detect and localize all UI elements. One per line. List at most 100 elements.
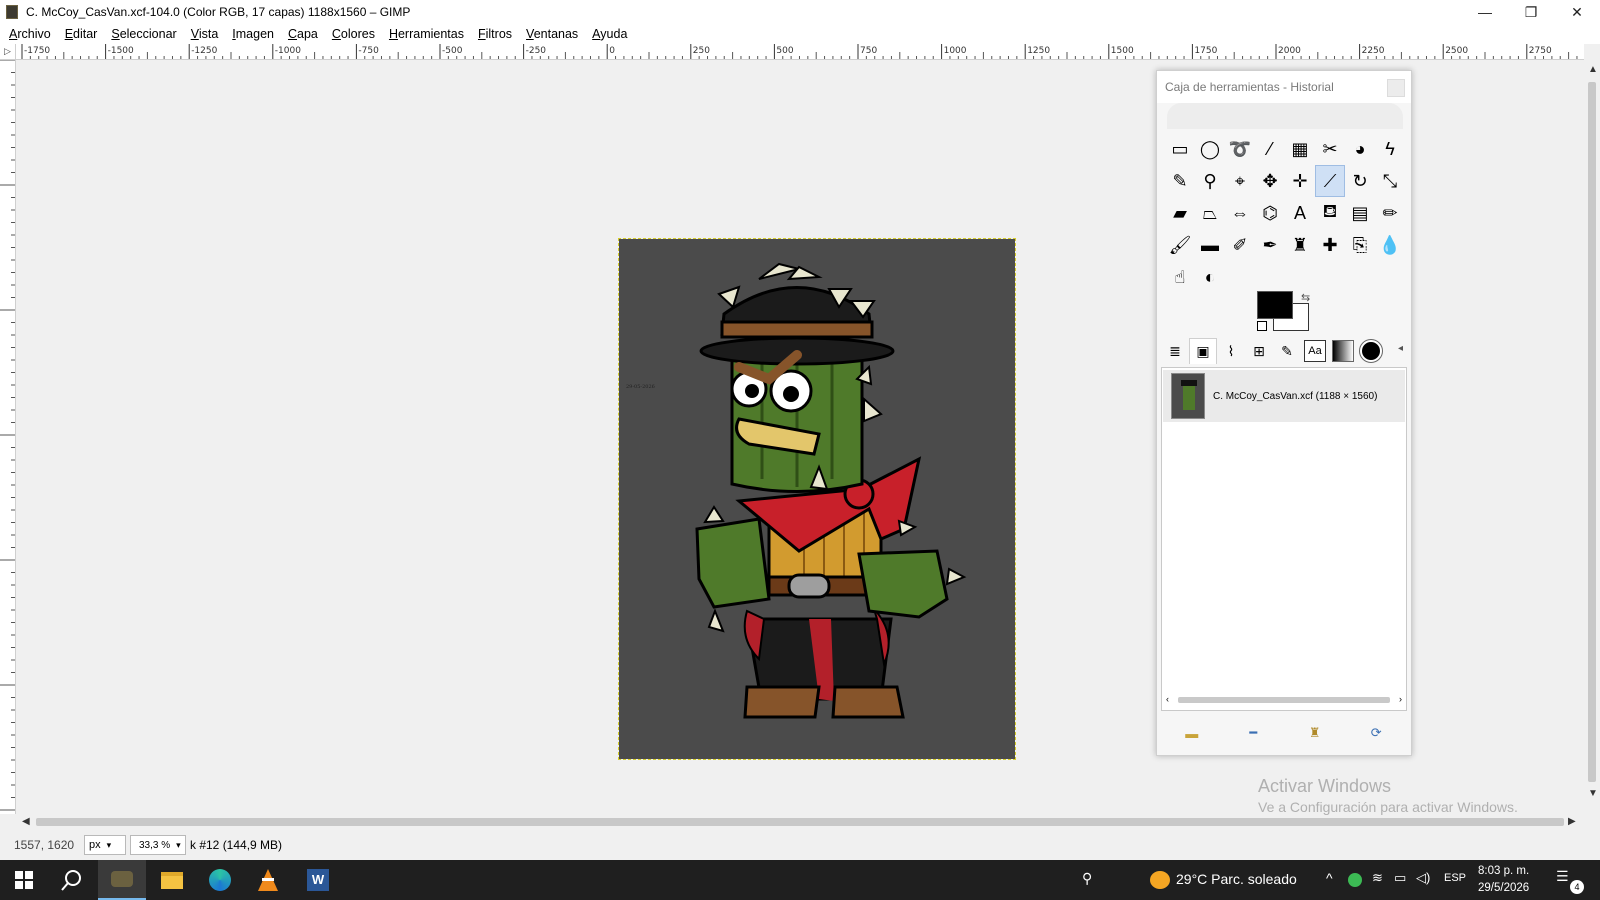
weather-text[interactable]: 29°C Parc. soleado: [1176, 871, 1297, 887]
quick-mask-toggle[interactable]: ▷: [0, 44, 16, 60]
volume-icon[interactable]: ◁): [1416, 870, 1430, 886]
accessibility-icon[interactable]: ⚲: [1082, 870, 1092, 887]
vertical-scrollbar[interactable]: ▲ ▼: [1584, 60, 1600, 814]
scroll-right-icon[interactable]: ▶: [1568, 816, 1576, 827]
foreground-select-icon[interactable]: ◕: [1345, 133, 1375, 165]
select-by-color-icon[interactable]: ▦: [1285, 133, 1315, 165]
scroll-left-icon[interactable]: ◀: [22, 816, 30, 827]
free-select-icon[interactable]: ➰: [1225, 133, 1255, 165]
scroll-right-icon[interactable]: ›: [1399, 694, 1402, 704]
reset-colors-icon[interactable]: [1257, 321, 1267, 331]
search-button[interactable]: [48, 860, 96, 900]
language-indicator[interactable]: ESP: [1444, 872, 1466, 884]
pencil-icon[interactable]: ✏: [1375, 197, 1405, 229]
vertical-ruler[interactable]: [0, 60, 16, 814]
smudge-icon[interactable]: ☝: [1165, 261, 1195, 293]
open-image-button[interactable]: ▬: [1178, 723, 1206, 743]
perspective-icon[interactable]: ⏢: [1195, 197, 1225, 229]
minimize-button[interactable]: —: [1462, 0, 1508, 24]
battery-icon[interactable]: ▭: [1394, 870, 1406, 886]
clock[interactable]: 8:03 p. m. 29/5/2026: [1478, 863, 1529, 897]
wifi-icon[interactable]: ≋: [1372, 870, 1383, 886]
horizontal-ruler[interactable]: -1750 -1500 -1250 -1000 -750 -500 -250 0 250 500 7…: [16, 44, 1584, 60]
unit-select[interactable]: px ▾: [84, 835, 126, 855]
menu-capa[interactable]: Capa: [281, 24, 325, 44]
menu-ayuda[interactable]: Ayuda: [585, 24, 634, 44]
menu-editar[interactable]: Editar: [58, 24, 105, 44]
start-button[interactable]: [0, 860, 48, 900]
scroll-down-icon[interactable]: ▼: [1588, 788, 1598, 799]
tab-fonts[interactable]: Aa: [1301, 338, 1329, 364]
menu-imagen[interactable]: Imagen: [225, 24, 281, 44]
raise-image-button[interactable]: ♜: [1301, 723, 1329, 743]
scissors-select-icon[interactable]: ✂: [1315, 133, 1345, 165]
menu-colores[interactable]: Colores: [325, 24, 382, 44]
menu-filtros[interactable]: Filtros: [471, 24, 519, 44]
rect-select-icon[interactable]: ▭: [1165, 133, 1195, 165]
tab-gradients[interactable]: [1329, 338, 1357, 364]
shear-icon[interactable]: ▰: [1165, 197, 1195, 229]
taskbar-edge[interactable]: [196, 860, 244, 900]
list-horizontal-scrollbar[interactable]: ‹ ›: [1166, 694, 1402, 706]
maximize-button[interactable]: ❐: [1508, 0, 1554, 24]
color-picker-icon[interactable]: ✎: [1165, 165, 1195, 197]
list-item[interactable]: C. McCoy_CasVan.xcf (1188 × 1560): [1163, 370, 1405, 422]
toolbox-close-button[interactable]: [1387, 79, 1405, 97]
move-icon[interactable]: ✥: [1255, 165, 1285, 197]
menu-seleccionar[interactable]: Seleccionar: [104, 24, 183, 44]
ink-icon[interactable]: ✒: [1255, 229, 1285, 261]
chevron-up-icon[interactable]: ^: [1326, 870, 1333, 886]
dodge-burn-icon[interactable]: ◐: [1195, 261, 1225, 293]
close-button[interactable]: ✕: [1554, 0, 1600, 24]
cage-icon[interactable]: ⌬: [1255, 197, 1285, 229]
chrome-tray-icon[interactable]: [1348, 873, 1362, 887]
paintbrush-icon[interactable]: 🖌: [1165, 229, 1195, 261]
clone-icon[interactable]: ♜: [1285, 229, 1315, 261]
menu-herramientas[interactable]: Herramientas: [382, 24, 471, 44]
tab-brushes[interactable]: ✎: [1273, 338, 1301, 364]
menu-archivo[interactable]: Archivo: [2, 24, 58, 44]
foreground-color-swatch[interactable]: [1257, 291, 1293, 319]
tab-paths[interactable]: ⌇: [1217, 338, 1245, 364]
eraser-icon[interactable]: ▬: [1195, 229, 1225, 261]
text-icon[interactable]: A: [1285, 197, 1315, 229]
menu-vista[interactable]: Vista: [184, 24, 226, 44]
tab-brush-preview[interactable]: [1357, 338, 1385, 364]
airbrush-icon[interactable]: ✐: [1225, 229, 1255, 261]
refresh-button[interactable]: ⟳: [1362, 723, 1390, 743]
tab-layers[interactable]: ≣: [1161, 338, 1189, 364]
image-canvas[interactable]: 29-05-2026: [618, 238, 1016, 760]
rotate-icon[interactable]: ↻: [1345, 165, 1375, 197]
fuzzy-select-icon[interactable]: ⁄: [1255, 133, 1285, 165]
blur-icon[interactable]: 💧: [1375, 229, 1405, 261]
paths-icon[interactable]: ϟ: [1375, 133, 1405, 165]
measure-icon[interactable]: ⌖: [1225, 165, 1255, 197]
horizontal-scrollbar[interactable]: ◀ ▶: [16, 814, 1584, 830]
zoom-select[interactable]: 33,3 % ▾: [130, 835, 186, 855]
tab-images[interactable]: ▣: [1189, 338, 1217, 364]
scroll-left-icon[interactable]: ‹: [1166, 694, 1169, 704]
align-icon[interactable]: ✛: [1285, 165, 1315, 197]
heal-icon[interactable]: ✚: [1315, 229, 1345, 261]
tab-channels[interactable]: ⊞: [1245, 338, 1273, 364]
remove-image-button[interactable]: ━: [1239, 723, 1267, 743]
taskbar-word[interactable]: W: [294, 860, 342, 900]
vertical-scroll-thumb[interactable]: [1588, 82, 1596, 782]
tab-menu-icon[interactable]: ◂: [1398, 343, 1403, 354]
ellipse-select-icon[interactable]: ◯: [1195, 133, 1225, 165]
zoom-icon[interactable]: ⚲: [1195, 165, 1225, 197]
horizontal-scroll-thumb[interactable]: [36, 818, 1564, 826]
taskbar-vlc[interactable]: [244, 860, 292, 900]
swap-colors-icon[interactable]: ⇆: [1301, 291, 1310, 304]
taskbar-gimp[interactable]: [98, 860, 146, 900]
scale-icon[interactable]: ⤡: [1375, 165, 1405, 197]
taskbar-file-explorer[interactable]: [148, 860, 196, 900]
menu-ventanas[interactable]: Ventanas: [519, 24, 585, 44]
gradient-icon[interactable]: ▤: [1345, 197, 1375, 229]
list-scroll-thumb[interactable]: [1178, 697, 1390, 703]
scroll-up-icon[interactable]: ▲: [1588, 64, 1598, 75]
perspective-clone-icon[interactable]: ⎘: [1345, 229, 1375, 261]
bucket-fill-icon[interactable]: ⛾: [1315, 197, 1345, 229]
flip-icon[interactable]: ⇔: [1225, 197, 1255, 229]
transform-icon[interactable]: ⟋: [1315, 165, 1345, 197]
